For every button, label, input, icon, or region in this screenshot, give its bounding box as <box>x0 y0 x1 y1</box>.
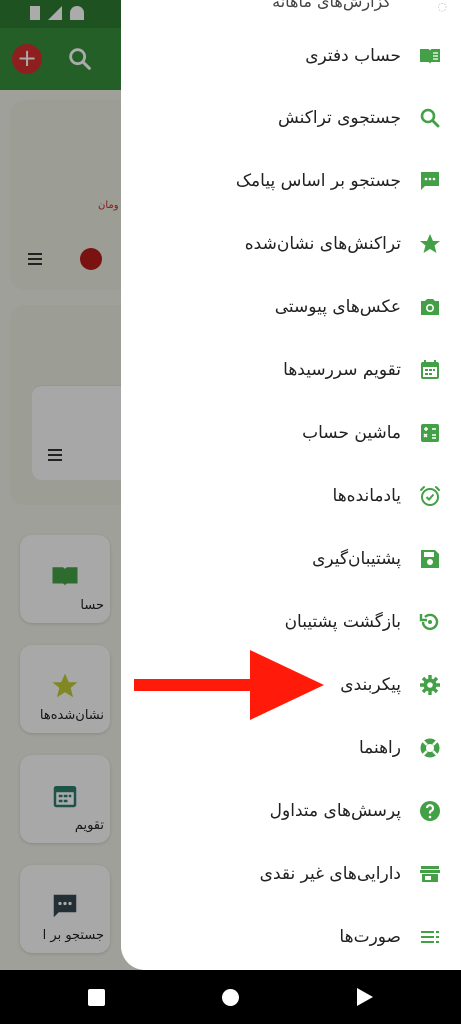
message-icon <box>417 168 443 194</box>
store-icon <box>417 861 443 887</box>
menu-item-faq[interactable]: پرسش‌های متداول <box>121 779 461 842</box>
menu-item-reminders[interactable]: یادمانده‌ها <box>121 464 461 527</box>
navigation-drawer: گزارش‌های ماهانه ◌ حساب دفتری جستجوی ترا… <box>121 0 461 970</box>
menu-item-label: ماشین حساب <box>302 422 401 443</box>
menu-item-label: عکس‌های پیوستی <box>274 296 401 317</box>
menu-item-label: یادمانده‌ها <box>332 485 401 506</box>
menu-item-label: حساب دفتری <box>305 45 401 66</box>
camera-icon <box>417 294 443 320</box>
menu-item-label: صورت‌ها <box>339 926 401 947</box>
list-icon <box>417 924 443 950</box>
calculator-icon <box>417 420 443 446</box>
save-icon <box>417 546 443 572</box>
menu-item-label: راهنما <box>358 737 401 758</box>
recents-button[interactable] <box>88 989 105 1006</box>
menu-item-statements[interactable]: صورت‌ها <box>121 905 461 968</box>
menu-item-label: پرسش‌های متداول <box>269 800 401 821</box>
drawer-partial-item[interactable]: گزارش‌های ماهانه <box>272 0 391 11</box>
drawer-partial-icon: ◌ <box>437 0 447 13</box>
menu-item-non-cash-assets[interactable]: دارایی‌های غیر نقدی <box>121 842 461 905</box>
menu-item-label: پیکربندی <box>340 674 401 695</box>
pointer-arrow <box>134 650 324 720</box>
menu-item-label: بازگشت پشتیبان <box>284 611 401 632</box>
menu-item-bookmarked-transactions[interactable]: تراکنش‌های نشان‌شده <box>121 212 461 275</box>
help-icon <box>417 798 443 824</box>
home-button[interactable] <box>222 989 239 1006</box>
menu-item-calculator[interactable]: ماشین حساب <box>121 401 461 464</box>
back-button[interactable] <box>357 988 373 1006</box>
menu-item-label: جستجو بر اساس پیامک <box>235 170 401 191</box>
menu-item-help[interactable]: راهنما <box>121 716 461 779</box>
menu-item-label: تراکنش‌های نشان‌شده <box>244 233 401 254</box>
restore-icon <box>417 609 443 635</box>
menu-item-label: دارایی‌های غیر نقدی <box>259 863 401 884</box>
menu-item-ledger[interactable]: حساب دفتری <box>121 24 461 87</box>
menu-item-attached-photos[interactable]: عکس‌های پیوستی <box>121 275 461 338</box>
alarm-icon <box>417 483 443 509</box>
menu-item-label: تقویم سررسیدها <box>283 359 401 380</box>
menu-item-due-calendar[interactable]: تقویم سررسیدها <box>121 338 461 401</box>
search-icon <box>417 105 443 131</box>
menu-item-label: پشتیبان‌گیری <box>312 548 401 569</box>
menu-item-label: جستجوی تراکنش <box>277 107 401 128</box>
menu-item-restore-backup[interactable]: بازگشت پشتیبان <box>121 590 461 653</box>
book-icon <box>417 43 443 69</box>
star-icon <box>417 231 443 257</box>
gear-icon <box>417 672 443 698</box>
menu-item-sms-search[interactable]: جستجو بر اساس پیامک <box>121 149 461 212</box>
menu-item-transaction-search[interactable]: جستجوی تراکنش <box>121 86 461 149</box>
lifebuoy-icon <box>417 735 443 761</box>
calendar-icon <box>417 357 443 383</box>
menu-item-backup[interactable]: پشتیبان‌گیری <box>121 527 461 590</box>
